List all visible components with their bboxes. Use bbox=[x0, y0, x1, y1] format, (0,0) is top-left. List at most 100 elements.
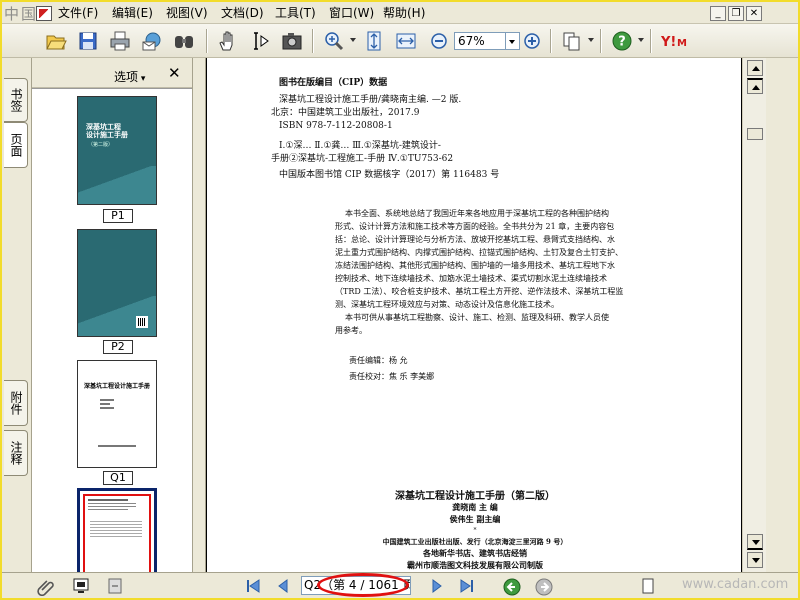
search-icon[interactable] bbox=[170, 28, 198, 54]
monitor-icon[interactable] bbox=[72, 577, 90, 595]
single-page-icon[interactable] bbox=[640, 578, 656, 594]
cip-line: 深基坑工程设计施工手册/龚晓南主编. —2 版. bbox=[279, 95, 462, 105]
yahoo-icon[interactable]: Y! M bbox=[658, 28, 696, 54]
email-icon[interactable] bbox=[138, 28, 166, 54]
toolbar-separator bbox=[600, 29, 602, 53]
abstract-line: 括：总论、设计计算理论与分析方法、放坡开挖基坑工程、悬臂式支挡结构、水 bbox=[335, 235, 615, 244]
print-icon[interactable] bbox=[106, 28, 134, 54]
abstract-line: 用参考。 bbox=[335, 326, 367, 335]
page-size-icon[interactable] bbox=[106, 577, 124, 595]
barcode-icon bbox=[136, 316, 148, 328]
restore-button[interactable]: ❐ bbox=[728, 6, 744, 21]
save-icon[interactable] bbox=[74, 28, 102, 54]
menu-document[interactable]: 文档(D) bbox=[221, 6, 264, 20]
menu-window[interactable]: 窗口(W) bbox=[329, 6, 374, 20]
page-layout-dropdown[interactable] bbox=[588, 38, 594, 42]
zoom-out-icon[interactable] bbox=[425, 28, 453, 54]
zoom-input[interactable]: 67% bbox=[454, 32, 506, 50]
scroll-up-button[interactable] bbox=[747, 60, 763, 76]
app-logo-icon[interactable] bbox=[36, 6, 52, 21]
thumbnail-label: P2 bbox=[103, 340, 133, 354]
page-thumbnails-panel: 选项 ✕ 深基坑工程 设计施工手册 （第二版） P1 P2 深基坑工程设计施工手… bbox=[32, 58, 192, 572]
page-number-annotation-circle bbox=[317, 573, 409, 597]
cip-line: Ⅰ.①深… Ⅱ.①龚… Ⅲ.①深基坑-建筑设计- bbox=[279, 141, 441, 151]
right-margin-strip bbox=[766, 58, 798, 572]
cip-line: ISBN 978-7-112-20808-1 bbox=[279, 121, 393, 131]
abstract-line: 控制技术、地下连续墙技术、加筋水泥土墙技术、渠式切割水泥土连续墙技术 bbox=[335, 274, 607, 283]
toolbar-separator bbox=[650, 29, 652, 53]
previous-view-icon[interactable] bbox=[502, 577, 522, 597]
cip-line: 中国版本图书馆 CIP 数据核字（2017）第 116483 号 bbox=[279, 170, 500, 180]
tab-bookmarks[interactable]: 书签 bbox=[4, 78, 28, 122]
thumbnails-list: 深基坑工程 设计施工手册 （第二版） P1 P2 深基坑工程设计施工手册 Q1 bbox=[32, 88, 192, 572]
close-button[interactable]: ✕ bbox=[746, 6, 762, 21]
svg-text:Y!: Y! bbox=[660, 35, 676, 50]
options-dropdown[interactable]: 选项 bbox=[114, 68, 145, 85]
svg-text:M: M bbox=[677, 38, 687, 49]
thumbnail-page[interactable] bbox=[77, 229, 157, 337]
zoom-tool-dropdown[interactable] bbox=[350, 38, 356, 42]
cip-heading: 图书在版编目（CIP）数据 bbox=[279, 78, 388, 88]
fit-height-icon[interactable] bbox=[360, 28, 388, 54]
document-view[interactable]: 图书在版编目（CIP）数据 深基坑工程设计施工手册/龚晓南主编. —2 版. 北… bbox=[206, 58, 742, 572]
thumbnail-title: 深基坑工程设计施工手册 bbox=[84, 383, 151, 390]
tab-attachments[interactable]: 附件 bbox=[4, 380, 28, 426]
cip-line: 北京：中国建筑工业出版社，2017.9 bbox=[271, 108, 420, 118]
thumbnail-page-selected[interactable] bbox=[77, 488, 157, 572]
chief-editor: 龚晓南 主 编 bbox=[452, 502, 498, 512]
minimize-button[interactable]: _ bbox=[710, 6, 726, 21]
open-icon[interactable] bbox=[42, 28, 70, 54]
abstract-line: 冻结法围护结构、其他形式围护结构、围护墙的一墙多用技术、基坑工程地下水 bbox=[335, 261, 615, 270]
thumbnail-page[interactable]: 深基坑工程设计施工手册 bbox=[77, 360, 157, 468]
snapshot-icon[interactable] bbox=[278, 28, 306, 54]
navigation-tab-strip: 书签 页面 附件 注释 bbox=[2, 58, 32, 572]
zoom-in-tool-icon[interactable] bbox=[320, 28, 348, 54]
book-title: 深基坑工程设计施工手册（第二版） bbox=[395, 491, 555, 502]
abstract-line: 形式、设计计算方法和施工技术等方面的经验。全书共分为 21 章，主要内容包 bbox=[335, 222, 615, 231]
next-view-icon[interactable] bbox=[534, 577, 554, 597]
scroll-down-button[interactable] bbox=[747, 552, 763, 568]
menu-tools[interactable]: 工具(T) bbox=[275, 6, 316, 20]
watermark-text: 中国 bbox=[4, 5, 39, 23]
toolbar-separator bbox=[312, 29, 314, 53]
last-page-icon[interactable] bbox=[458, 577, 476, 595]
text-select-icon[interactable] bbox=[246, 28, 274, 54]
thumbnail-label: Q1 bbox=[103, 471, 133, 485]
proof-line: 责任校对：焦 乐 李美娜 bbox=[349, 372, 435, 381]
first-page-icon[interactable] bbox=[244, 577, 262, 595]
scrollbar-thumb[interactable] bbox=[747, 128, 763, 140]
help-icon[interactable]: ? bbox=[608, 28, 636, 54]
fit-width-icon[interactable] bbox=[392, 28, 420, 54]
hand-tool-icon[interactable] bbox=[214, 28, 242, 54]
cover-graphic bbox=[78, 166, 156, 204]
watermark-text: www.cadan.com bbox=[682, 577, 789, 592]
abstract-line: 测、深基坑工程环境效应与对策、动态设计及信息化施工技术。 bbox=[335, 300, 559, 309]
toolbar-separator bbox=[206, 29, 208, 53]
menu-help[interactable]: 帮助(H) bbox=[383, 6, 425, 20]
close-panel-icon[interactable]: ✕ bbox=[168, 66, 181, 81]
previous-page-icon[interactable] bbox=[274, 577, 292, 595]
menu-view[interactable]: 视图(V) bbox=[166, 6, 208, 20]
printer-line: 霸州市顺浩图文科技发展有限公司制版 bbox=[407, 560, 543, 570]
cover-title: 深基坑工程 设计施工手册 bbox=[86, 123, 128, 139]
attachment-icon[interactable] bbox=[36, 576, 56, 596]
vertical-scrollbar[interactable] bbox=[742, 58, 766, 572]
menu-bar: 中国 文件(F) 编辑(E) 视图(V) 文档(D) 工具(T) 窗口(W) 帮… bbox=[2, 2, 798, 24]
document-page: 图书在版编目（CIP）数据 深基坑工程设计施工手册/龚晓南主编. —2 版. 北… bbox=[206, 58, 742, 572]
deputy-editor: 侯伟生 副主编 bbox=[449, 514, 501, 524]
zoom-in-icon[interactable] bbox=[518, 28, 546, 54]
editor-line: 责任编辑：杨 允 bbox=[349, 356, 408, 365]
distribution-line: 各地新华书店、建筑书店经销 bbox=[423, 548, 527, 558]
next-page-icon[interactable] bbox=[428, 577, 446, 595]
thumbnail-page[interactable]: 深基坑工程 设计施工手册 （第二版） bbox=[77, 96, 157, 205]
page-layout-icon[interactable] bbox=[558, 28, 586, 54]
help-dropdown[interactable] bbox=[638, 38, 644, 42]
panel-splitter[interactable] bbox=[192, 58, 206, 572]
thumbnails-header: 选项 ✕ bbox=[32, 58, 192, 88]
menu-file[interactable]: 文件(F) bbox=[58, 6, 98, 20]
tab-comments[interactable]: 注释 bbox=[4, 430, 28, 476]
page-up-button[interactable] bbox=[747, 78, 763, 94]
menu-edit[interactable]: 编辑(E) bbox=[112, 6, 153, 20]
tab-pages[interactable]: 页面 bbox=[4, 122, 28, 168]
page-down-button[interactable] bbox=[747, 534, 763, 550]
